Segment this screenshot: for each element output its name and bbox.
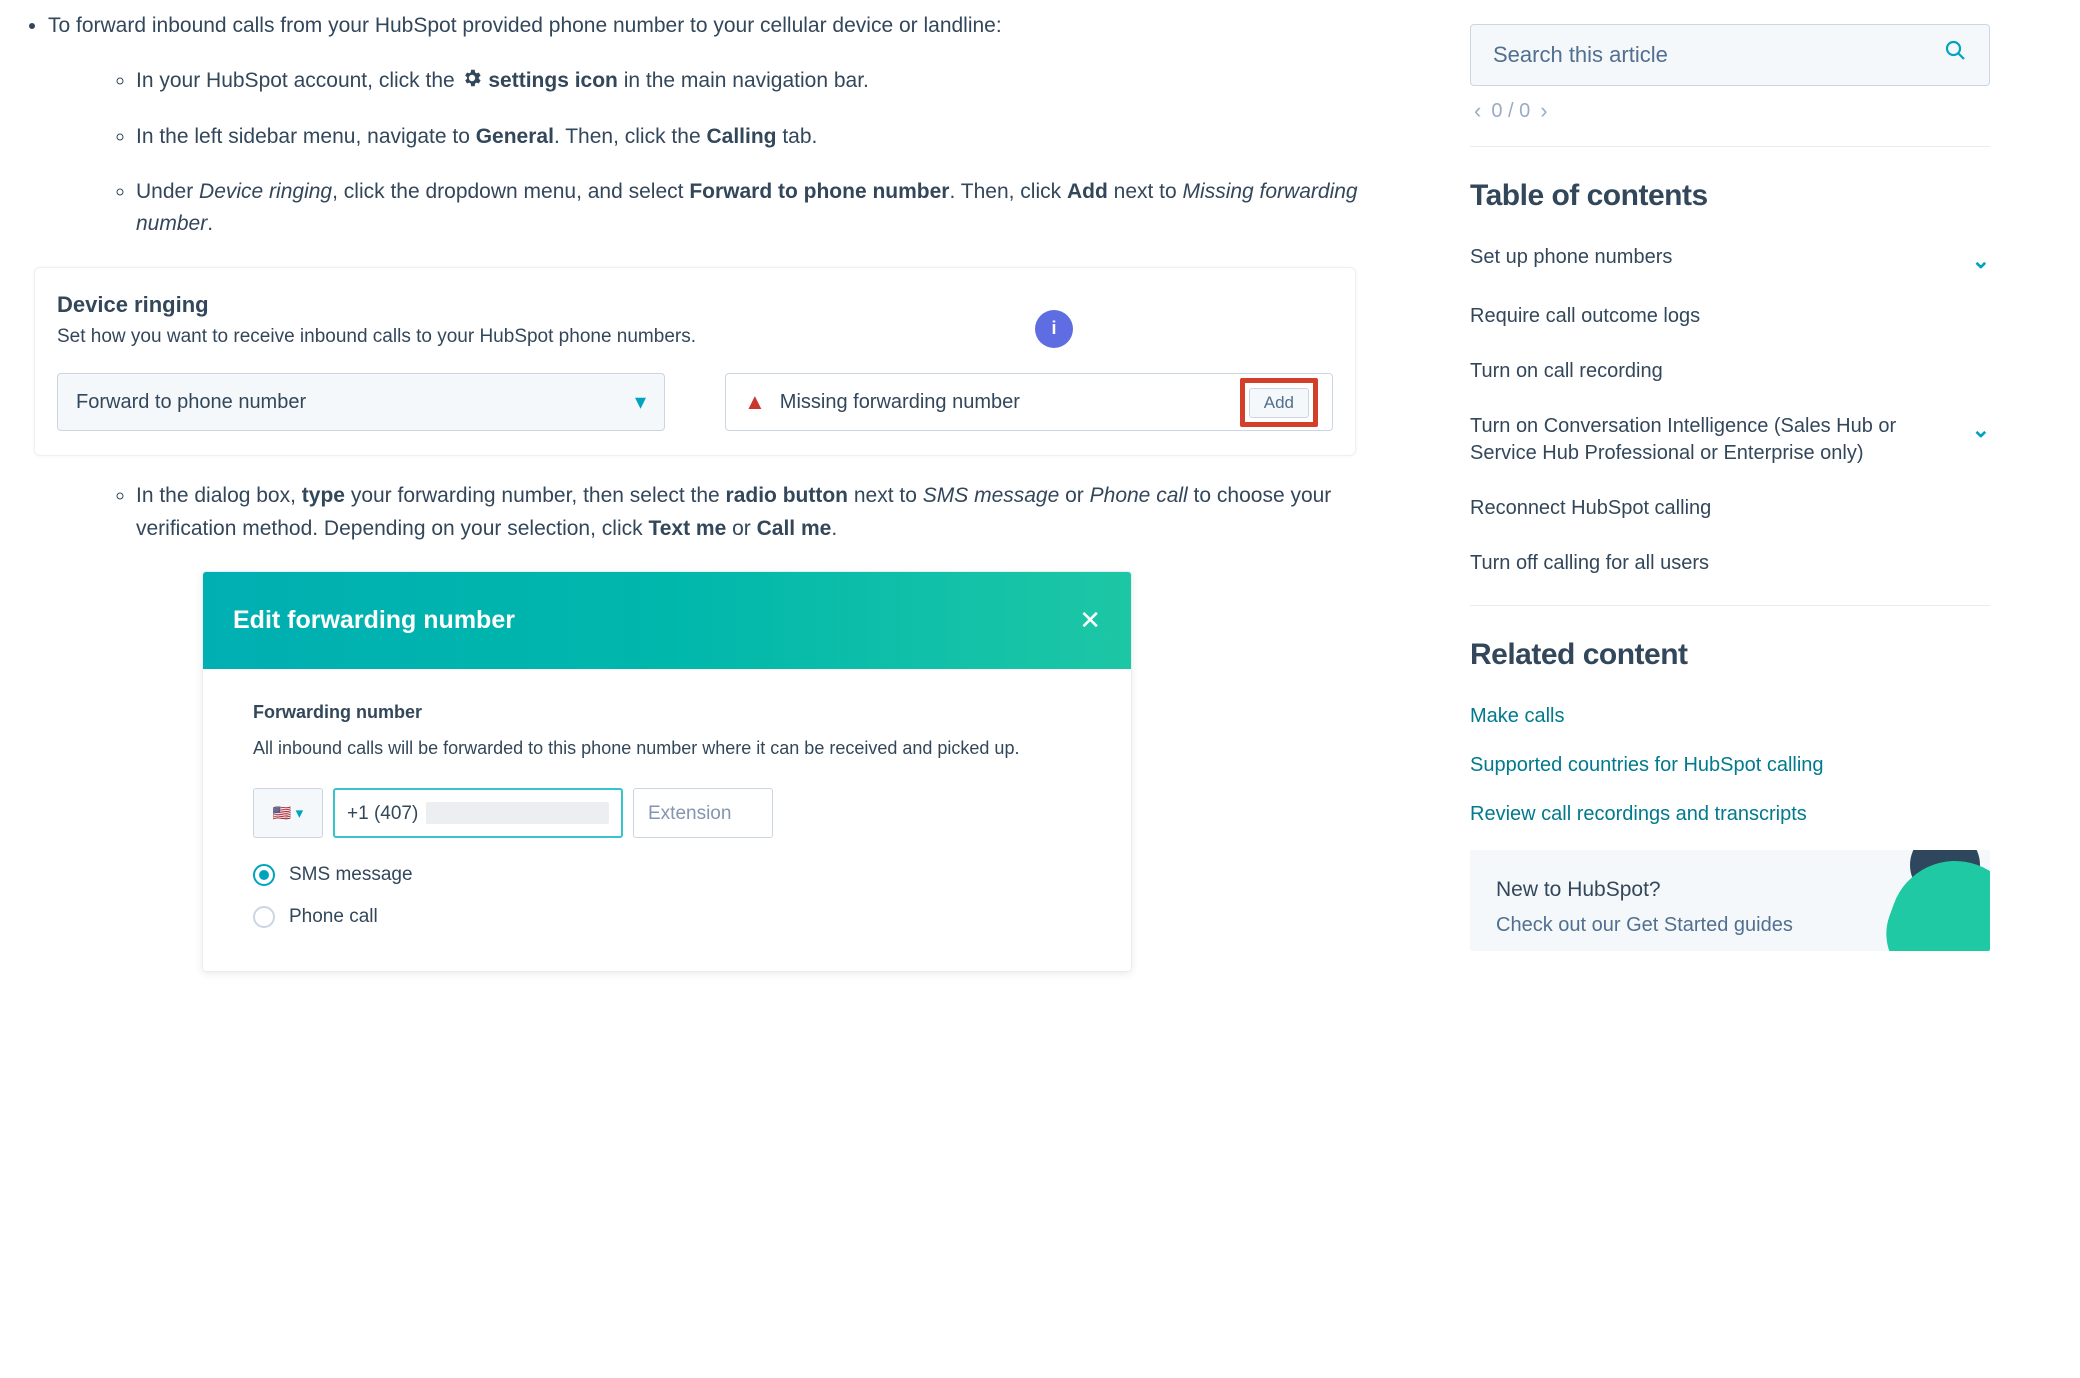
text-italic: Phone call bbox=[1090, 484, 1188, 507]
toc-label: Require call outcome logs bbox=[1470, 303, 1700, 330]
card-title: Device ringing bbox=[57, 288, 696, 322]
toc-item[interactable]: Turn on call recording bbox=[1470, 358, 1990, 385]
promo-card[interactable]: New to HubSpot? Check out our Get Starte… bbox=[1470, 850, 1990, 952]
text: in the main navigation bar. bbox=[618, 69, 869, 92]
related-link[interactable]: Supported countries for HubSpot calling bbox=[1470, 752, 1990, 779]
extension-placeholder: Extension bbox=[648, 799, 731, 828]
modal-title: Edit forwarding number bbox=[233, 601, 515, 640]
search-input[interactable]: Search this article bbox=[1470, 24, 1990, 86]
text-bold: Add bbox=[1067, 180, 1108, 203]
toc-item[interactable]: Turn off calling for all users bbox=[1470, 550, 1990, 577]
radio-phonecall[interactable]: Phone call bbox=[253, 902, 1081, 931]
list-item: Under Device ringing, click the dropdown… bbox=[136, 176, 1370, 241]
text: , click the dropdown menu, and select bbox=[332, 180, 689, 203]
text-bold: Calling bbox=[706, 125, 776, 148]
list-item: In the dialog box, type your forwarding … bbox=[136, 480, 1370, 545]
list-item: To forward inbound calls from your HubSp… bbox=[48, 10, 1370, 241]
add-highlight: Add bbox=[1240, 378, 1318, 427]
radio-icon bbox=[253, 906, 275, 928]
text: . bbox=[207, 212, 213, 235]
text: next to bbox=[1108, 180, 1183, 203]
radio-icon bbox=[253, 864, 275, 886]
radio-label: Phone call bbox=[289, 902, 378, 931]
chevron-down-icon: ⌄ bbox=[1972, 246, 1990, 276]
article-body: To forward inbound calls from your HubSp… bbox=[0, 0, 1390, 972]
country-select[interactable]: 🇺🇸 ▾ bbox=[253, 788, 323, 838]
sidebar: Search this article ‹ 0 / 0 › Table of c… bbox=[1470, 24, 1990, 951]
toc-heading: Table of contents bbox=[1470, 173, 1990, 220]
chevron-left-icon[interactable]: ‹ bbox=[1474, 94, 1481, 128]
text: or bbox=[1059, 484, 1089, 507]
search-pager: ‹ 0 / 0 › bbox=[1470, 94, 1990, 128]
toc-item[interactable]: Reconnect HubSpot calling bbox=[1470, 495, 1990, 522]
text-italic: Device ringing bbox=[199, 180, 332, 203]
toc-label: Turn on Conversation Intelligence (Sales… bbox=[1470, 413, 1958, 467]
text: your forwarding number, then select the bbox=[345, 484, 726, 507]
text-bold: General bbox=[476, 125, 554, 148]
card-subtitle: Set how you want to receive inbound call… bbox=[57, 322, 696, 351]
text: or bbox=[726, 517, 756, 540]
text-bold: Forward to phone number bbox=[689, 180, 949, 203]
warning-icon: ▲ bbox=[744, 385, 766, 419]
toc-label: Set up phone numbers bbox=[1470, 244, 1672, 271]
modal-section-title: Forwarding number bbox=[253, 699, 1081, 727]
toc-item[interactable]: Require call outcome logs bbox=[1470, 303, 1990, 330]
chevron-down-icon: ⌄ bbox=[1972, 415, 1990, 445]
text-bold: Call me bbox=[757, 517, 832, 540]
related-link[interactable]: Make calls bbox=[1470, 703, 1990, 730]
list-item: In the left sidebar menu, navigate to Ge… bbox=[136, 121, 1370, 154]
radio-sms[interactable]: SMS message bbox=[253, 860, 1081, 889]
text-bold: settings icon bbox=[488, 69, 618, 92]
flag-icon: 🇺🇸 bbox=[273, 802, 292, 825]
toc-label: Reconnect HubSpot calling bbox=[1470, 495, 1711, 522]
close-icon[interactable]: ✕ bbox=[1079, 600, 1101, 640]
pager-count: 0 / 0 bbox=[1491, 96, 1530, 127]
select-value: Forward to phone number bbox=[76, 387, 306, 418]
text: . Then, click bbox=[949, 180, 1067, 203]
warning-text: Missing forwarding number bbox=[780, 387, 1020, 418]
redacted-number bbox=[426, 802, 609, 824]
text: In the left sidebar menu, navigate to bbox=[136, 125, 476, 148]
toc-item[interactable]: Turn on Conversation Intelligence (Sales… bbox=[1470, 413, 1990, 467]
toc-label: Turn on call recording bbox=[1470, 358, 1663, 385]
text: In your HubSpot account, click the bbox=[136, 69, 461, 92]
related-heading: Related content bbox=[1470, 632, 1990, 679]
chevron-down-icon: ▾ bbox=[296, 802, 304, 825]
text: . bbox=[831, 517, 837, 540]
edit-forwarding-modal: Edit forwarding number ✕ Forwarding numb… bbox=[202, 571, 1132, 972]
related-link[interactable]: Review call recordings and transcripts bbox=[1470, 801, 1990, 828]
list-item: In your HubSpot account, click the setti… bbox=[136, 65, 1370, 100]
text: Under bbox=[136, 180, 199, 203]
device-ringing-card: Device ringing Set how you want to recei… bbox=[34, 267, 1356, 457]
phone-input[interactable]: +1 (407) bbox=[333, 788, 623, 838]
extension-input[interactable]: Extension bbox=[633, 788, 773, 838]
device-ringing-select[interactable]: Forward to phone number ▾ bbox=[57, 373, 665, 431]
toc-label: Turn off calling for all users bbox=[1470, 550, 1709, 577]
chevron-down-icon: ▾ bbox=[635, 385, 646, 419]
text: next to bbox=[848, 484, 923, 507]
text-bold: type bbox=[302, 484, 345, 507]
search-placeholder: Search this article bbox=[1493, 38, 1668, 72]
radio-label: SMS message bbox=[289, 860, 413, 889]
toc-item[interactable]: Set up phone numbers ⌄ bbox=[1470, 244, 1990, 276]
text: . Then, click the bbox=[554, 125, 707, 148]
text-bold: radio button bbox=[726, 484, 848, 507]
text: In the dialog box, bbox=[136, 484, 302, 507]
phone-value: +1 (407) bbox=[347, 799, 418, 828]
chevron-right-icon[interactable]: › bbox=[1540, 94, 1547, 128]
info-icon[interactable]: i bbox=[1035, 310, 1073, 348]
forwarding-warning: ▲ Missing forwarding number Add bbox=[725, 373, 1333, 431]
search-icon bbox=[1943, 36, 1967, 73]
gear-icon bbox=[461, 67, 483, 100]
add-button[interactable]: Add bbox=[1249, 388, 1309, 418]
text-bold: Text me bbox=[648, 517, 726, 540]
text: To forward inbound calls from your HubSp… bbox=[48, 14, 1002, 37]
text: tab. bbox=[776, 125, 817, 148]
modal-description: All inbound calls will be forwarded to t… bbox=[253, 735, 1053, 763]
text-italic: SMS message bbox=[923, 484, 1060, 507]
modal-header: Edit forwarding number ✕ bbox=[203, 572, 1131, 668]
